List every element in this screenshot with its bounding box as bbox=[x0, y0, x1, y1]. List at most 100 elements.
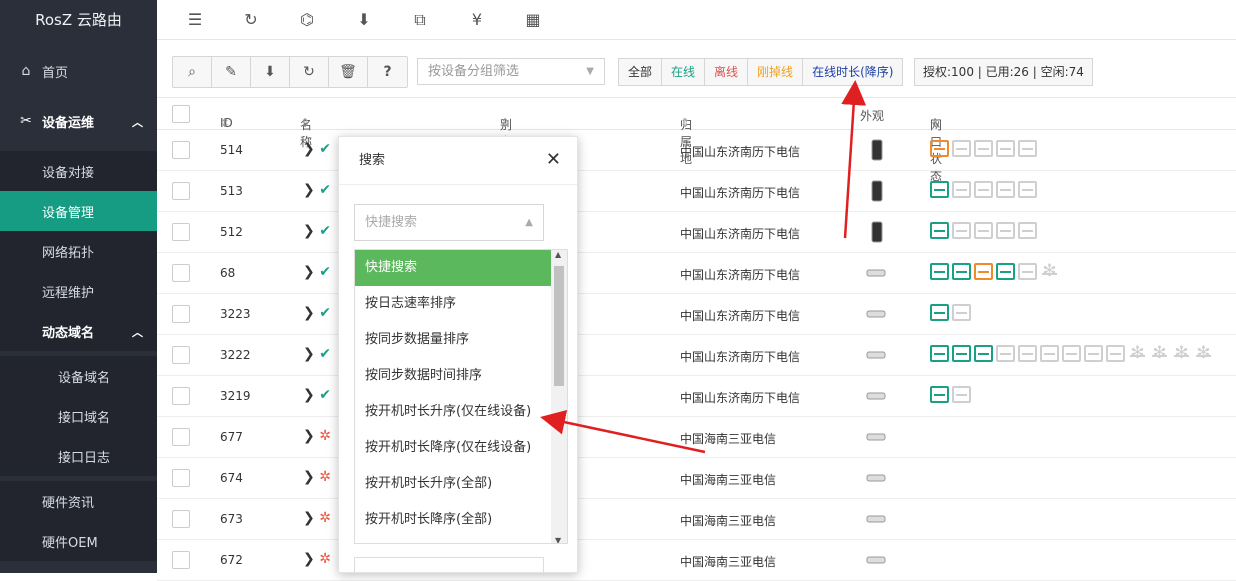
table-row[interactable]: 512 ❯ ✔ 中国山东济南历下电信 bbox=[157, 212, 1236, 253]
row-checkbox[interactable] bbox=[172, 223, 190, 241]
sidebar-item-device-connect[interactable]: 设备对接 bbox=[0, 151, 157, 191]
row-checkbox[interactable] bbox=[172, 182, 190, 200]
filter-uptime-desc[interactable]: 在线时长(降序) bbox=[803, 59, 903, 85]
dropdown-option[interactable]: 按开机时长升序(全部) bbox=[355, 466, 567, 502]
row-checkbox[interactable] bbox=[172, 469, 190, 487]
help-button[interactable]: ? bbox=[368, 57, 407, 87]
chevron-right-icon[interactable]: ❯ bbox=[303, 510, 315, 526]
port-icon bbox=[1106, 345, 1125, 362]
table-row[interactable]: 672 ❯ ✲ 中国海南三亚电信 bbox=[157, 540, 1236, 581]
calendar-icon[interactable]: ▦ bbox=[522, 10, 544, 30]
quick-search-select[interactable]: 快捷搜索 ▲ bbox=[354, 204, 544, 241]
sidebar-item-hw-oem[interactable]: 硬件OEM bbox=[0, 521, 157, 561]
sidebar-item-topology[interactable]: 网络拓扑 bbox=[0, 231, 157, 271]
chevron-right-icon[interactable]: ❯ bbox=[303, 264, 315, 280]
chevron-right-icon[interactable]: ❯ bbox=[303, 346, 315, 362]
sidebar-item-iface-log[interactable]: 接口日志 bbox=[0, 436, 157, 476]
close-icon[interactable]: ✕ bbox=[546, 149, 561, 170]
table-row[interactable]: 68 ❯ ✔ 中国山东济南历下电信 ✻ bbox=[157, 253, 1236, 294]
table-row[interactable]: 674 ❯ ✲ 中国海南三亚电信 bbox=[157, 458, 1236, 499]
port-status-list bbox=[930, 386, 971, 403]
row-name[interactable]: ❯ ✲ bbox=[303, 551, 331, 567]
row-checkbox[interactable] bbox=[172, 346, 190, 364]
row-name[interactable]: ❯ ✔ bbox=[303, 141, 331, 157]
table-row[interactable]: 673 ❯ ✲ 中国海南三亚电信 bbox=[157, 499, 1236, 540]
chevron-right-icon[interactable]: ❯ bbox=[303, 387, 315, 403]
online-status-icon: ✔ bbox=[319, 346, 331, 362]
row-name[interactable]: ❯ ✲ bbox=[303, 469, 331, 485]
dropdown-scrollbar[interactable]: ▲ ▼ bbox=[551, 250, 567, 543]
sidebar-item-device-domain[interactable]: 设备域名 bbox=[0, 356, 157, 396]
sidebar-item-hw-info[interactable]: 硬件资讯 bbox=[0, 481, 157, 521]
row-name[interactable]: ❯ ✔ bbox=[303, 182, 331, 198]
row-name[interactable]: ❯ ✔ bbox=[303, 305, 331, 321]
dropdown-option[interactable]: 快捷搜索 bbox=[355, 250, 567, 286]
dropdown-option[interactable]: 按同步数据时间排序 bbox=[355, 358, 567, 394]
table-row[interactable]: 514 ❯ ✔ 中国山东济南历下电信 bbox=[157, 130, 1236, 171]
table-row[interactable]: 3223 ❯ ✔ 中国山东济南历下电信 bbox=[157, 294, 1236, 335]
yen-icon[interactable]: ¥ bbox=[466, 10, 488, 30]
sidebar-item-device-ops[interactable]: ✂ 设备运维 ︿ bbox=[0, 101, 157, 141]
scroll-down-icon[interactable]: ▼ bbox=[555, 536, 561, 543]
chevron-right-icon[interactable]: ❯ bbox=[303, 223, 315, 239]
row-id: 672 bbox=[220, 553, 243, 567]
row-checkbox[interactable] bbox=[172, 141, 190, 159]
scroll-up-icon[interactable]: ▲ bbox=[555, 250, 561, 259]
scrollbar-thumb[interactable] bbox=[554, 266, 564, 386]
row-name[interactable]: ❯ ✔ bbox=[303, 264, 331, 280]
filter-dropped[interactable]: 刚掉线 bbox=[748, 59, 804, 85]
row-name[interactable]: ❯ ✲ bbox=[303, 428, 331, 444]
chevron-right-icon[interactable]: ❯ bbox=[303, 428, 315, 444]
sidebar-item-ddns[interactable]: 动态域名 ︿ bbox=[0, 311, 157, 351]
sidebar-item-home[interactable]: ⌂ 首页 bbox=[0, 51, 157, 91]
network-icon[interactable]: ⧉ bbox=[409, 10, 431, 30]
filter-all[interactable]: 全部 bbox=[619, 59, 663, 85]
chevron-right-icon[interactable]: ❯ bbox=[303, 551, 315, 567]
refresh-button[interactable]: ↻ bbox=[290, 57, 329, 87]
port-icon bbox=[952, 304, 971, 321]
chevron-right-icon[interactable]: ❯ bbox=[303, 141, 315, 157]
table-row[interactable]: 513 ❯ ✔ 中国山东济南历下电信 bbox=[157, 171, 1236, 212]
row-name[interactable]: ❯ ✔ bbox=[303, 387, 331, 403]
row-checkbox[interactable] bbox=[172, 264, 190, 282]
row-name[interactable]: ❯ ✔ bbox=[303, 346, 331, 362]
port-disabled-icon: ✻ bbox=[1128, 345, 1147, 362]
dropdown-option[interactable]: 按开机时长升序(仅在线设备) bbox=[355, 394, 567, 430]
chevron-right-icon[interactable]: ❯ bbox=[303, 182, 315, 198]
row-name[interactable]: ❯ ✲ bbox=[303, 510, 331, 526]
table-row[interactable]: 3219 ❯ ✔ 中国山东济南历下电信 bbox=[157, 376, 1236, 417]
row-checkbox[interactable] bbox=[172, 428, 190, 446]
menu-collapse-icon[interactable]: ☰ bbox=[184, 10, 206, 30]
group-filter-select[interactable]: 按设备分组筛选 ▼ bbox=[417, 58, 605, 85]
table-row[interactable]: 677 ❯ ✲ 中国海南三亚电信 bbox=[157, 417, 1236, 458]
export-button[interactable]: ⬇ bbox=[251, 57, 290, 87]
port-icon bbox=[1018, 222, 1037, 239]
sidebar-item-iface-domain[interactable]: 接口域名 bbox=[0, 396, 157, 436]
edit-button[interactable]: ✎ bbox=[212, 57, 251, 87]
filter-online[interactable]: 在线 bbox=[662, 59, 706, 85]
row-checkbox[interactable] bbox=[172, 551, 190, 569]
dropdown-option[interactable]: 按同步数据量排序 bbox=[355, 322, 567, 358]
delete-button[interactable]: 🗑 bbox=[329, 57, 368, 87]
row-checkbox[interactable] bbox=[172, 510, 190, 528]
row-checkbox[interactable] bbox=[172, 387, 190, 405]
chevron-right-icon[interactable]: ❯ bbox=[303, 469, 315, 485]
table-row[interactable]: 3222 ❯ ✔ 中国山东济南历下电信 ✻ ✻ ✻ ✻ bbox=[157, 335, 1236, 376]
next-field[interactable] bbox=[354, 557, 544, 577]
filter-offline[interactable]: 离线 bbox=[705, 59, 749, 85]
row-name[interactable]: ❯ ✔ bbox=[303, 223, 331, 239]
chevron-right-icon[interactable]: ❯ bbox=[303, 305, 315, 321]
refresh-icon[interactable]: ↻ bbox=[240, 10, 262, 30]
sidebar-item-device-manage[interactable]: 设备管理 bbox=[0, 191, 157, 231]
sidebar-item-remote[interactable]: 远程维护 bbox=[0, 271, 157, 311]
dropdown-option[interactable]: 按日志速率排序 bbox=[355, 286, 567, 322]
export-icon: ⬇ bbox=[264, 64, 276, 80]
row-checkbox[interactable] bbox=[172, 305, 190, 323]
download-icon[interactable]: ⬇ bbox=[353, 10, 375, 30]
dropdown-option[interactable]: 按开机时长降序(仅在线设备) bbox=[355, 430, 567, 466]
select-all-checkbox[interactable] bbox=[172, 105, 190, 123]
sidebar-item-label: 设备运维 bbox=[42, 115, 95, 131]
search-button[interactable]: ⌕ bbox=[173, 57, 212, 87]
dropdown-option[interactable]: 按开机时长降序(全部) bbox=[355, 502, 567, 538]
router-icon[interactable]: ⌬ bbox=[296, 10, 318, 30]
